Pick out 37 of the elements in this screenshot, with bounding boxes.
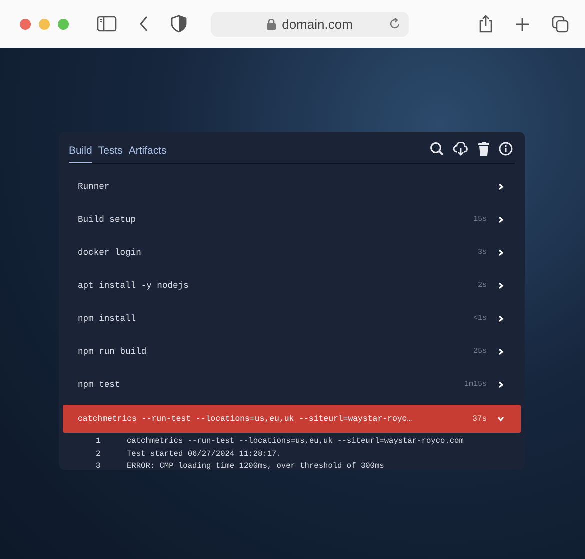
build-step-row[interactable]: Runner bbox=[65, 170, 519, 203]
step-command: npm test bbox=[78, 380, 122, 390]
step-duration: 37s bbox=[472, 414, 487, 424]
url-text: domain.com bbox=[282, 16, 353, 32]
lock-icon bbox=[267, 18, 276, 30]
chevron-right-icon[interactable] bbox=[497, 282, 505, 290]
chevron-right-icon[interactable] bbox=[497, 248, 505, 256]
tabs-icon[interactable] bbox=[552, 16, 569, 32]
step-command: Build setup bbox=[78, 214, 138, 224]
chevron-right-icon[interactable] bbox=[497, 380, 505, 388]
reload-icon[interactable] bbox=[389, 18, 401, 30]
cloud-download-icon[interactable] bbox=[453, 142, 469, 156]
plus-icon[interactable] bbox=[515, 16, 530, 32]
tab[interactable]: Build bbox=[69, 145, 92, 163]
chevron-right-icon[interactable] bbox=[497, 182, 505, 190]
build-step-row[interactable]: catchmetrics --run-test --locations=us,eu,uk --siteurl=waystar-royc… 37s bbox=[63, 405, 521, 433]
address-bar[interactable]: domain.com bbox=[211, 12, 409, 36]
tab[interactable]: Artifacts bbox=[128, 145, 167, 163]
step-command: apt install -y nodejs bbox=[78, 280, 190, 290]
chevron-down-icon[interactable] bbox=[497, 415, 505, 423]
chevron-right-icon[interactable] bbox=[497, 314, 505, 322]
info-icon[interactable] bbox=[499, 142, 513, 156]
step-command: npm run build bbox=[78, 346, 148, 356]
step-command: catchmetrics --run-test --locations=us,eu,uk --siteurl=waystar-royc… bbox=[78, 414, 414, 424]
step-command: npm install bbox=[78, 314, 138, 324]
chevron-right-icon[interactable] bbox=[497, 216, 505, 224]
step-command: docker login bbox=[78, 248, 142, 258]
shield-icon[interactable] bbox=[171, 15, 187, 33]
chevron-right-icon[interactable] bbox=[497, 348, 505, 356]
sidebar-icon[interactable] bbox=[97, 16, 117, 32]
tab[interactable]: Tests bbox=[98, 145, 123, 163]
share-icon[interactable] bbox=[479, 15, 493, 33]
back-icon[interactable] bbox=[139, 16, 149, 32]
search-icon[interactable] bbox=[430, 142, 444, 156]
close-window-button[interactable] bbox=[20, 18, 31, 30]
trash-icon[interactable] bbox=[478, 142, 490, 156]
step-command: Runner bbox=[78, 182, 111, 192]
